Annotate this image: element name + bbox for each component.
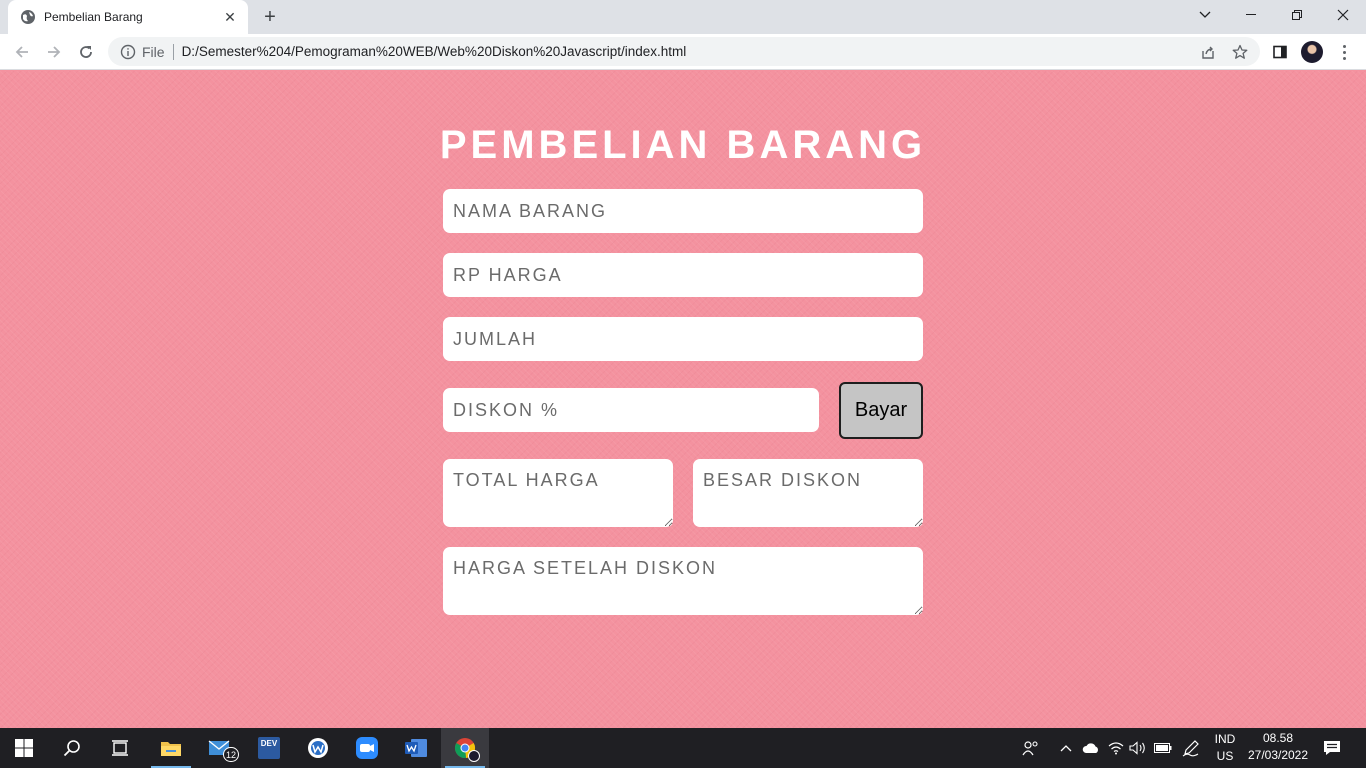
windows-start-icon[interactable]	[0, 728, 48, 768]
search-icon[interactable]	[48, 728, 96, 768]
app-w-icon[interactable]	[294, 728, 342, 768]
clock-time: 08.58	[1262, 731, 1294, 745]
share-icon[interactable]	[1194, 38, 1222, 66]
keyboard-layout: US	[1216, 749, 1234, 763]
omnibox-divider	[172, 43, 174, 60]
zoom-icon[interactable]	[343, 728, 391, 768]
nama-barang-input[interactable]	[443, 189, 923, 233]
address-bar[interactable]: File D:/Semester%204/Pemograman%20WEB/We…	[108, 37, 1260, 66]
people-icon[interactable]	[1021, 738, 1041, 758]
chrome-profile-badge	[468, 750, 480, 762]
harga-input[interactable]	[443, 253, 923, 297]
close-tab-icon[interactable]: ✕	[222, 9, 238, 25]
onedrive-cloud-icon[interactable]	[1081, 738, 1101, 758]
battery-icon[interactable]	[1153, 738, 1173, 758]
diskon-input[interactable]	[443, 388, 819, 432]
windows-taskbar: 12 DEV IND US 08.58 27/03/2022	[0, 728, 1366, 768]
chrome-icon[interactable]	[441, 728, 489, 768]
clock-date: 27/03/2022	[1247, 748, 1309, 762]
pen-workspace-icon[interactable]	[1181, 738, 1201, 758]
close-window-button[interactable]	[1320, 0, 1366, 30]
tab-title: Pembelian Barang	[44, 10, 143, 24]
side-panel-icon[interactable]	[1266, 38, 1294, 66]
url-text[interactable]: D:/Semester%204/Pemograman%20WEB/Web%20D…	[182, 44, 687, 59]
mail-badge: 12	[223, 747, 240, 762]
forward-arrow-icon[interactable]	[40, 38, 68, 66]
new-tab-button[interactable]: +	[258, 6, 282, 28]
browser-menu-icon[interactable]	[1336, 38, 1352, 66]
total-harga-field[interactable]	[443, 459, 673, 527]
harga-setelah-diskon-field[interactable]	[443, 547, 923, 615]
page-viewport: PEMBELIAN BARANG Bayar	[0, 71, 1366, 728]
tab-search-chevron-icon[interactable]	[1182, 0, 1228, 30]
volume-icon[interactable]	[1128, 738, 1148, 758]
browser-toolbar: File D:/Semester%204/Pemograman%20WEB/We…	[0, 34, 1366, 70]
browser-tab-strip: Pembelian Barang ✕ +	[0, 0, 1366, 34]
minimize-button[interactable]	[1228, 0, 1274, 30]
input-language-indicator[interactable]: IND US	[1208, 731, 1242, 765]
notification-center-icon[interactable]	[1322, 738, 1342, 758]
task-view-icon[interactable]	[96, 728, 144, 768]
reload-icon[interactable]	[72, 38, 100, 66]
wifi-icon[interactable]	[1106, 738, 1126, 758]
mail-icon[interactable]: 12	[196, 728, 244, 768]
page-title: PEMBELIAN BARANG	[439, 123, 927, 167]
bayar-button[interactable]: Bayar	[839, 382, 923, 439]
language-code: IND	[1214, 732, 1236, 746]
scheme-label: File	[142, 43, 165, 60]
clock[interactable]: 08.58 27/03/2022	[1244, 730, 1312, 764]
chevron-up-icon[interactable]	[1056, 738, 1076, 758]
info-icon[interactable]	[120, 44, 136, 60]
browser-tab[interactable]: Pembelian Barang ✕	[8, 0, 248, 34]
globe-icon	[20, 9, 36, 25]
bookmark-star-icon[interactable]	[1226, 38, 1254, 66]
profile-avatar[interactable]	[1301, 41, 1323, 63]
besar-diskon-field[interactable]	[693, 459, 923, 527]
word-icon[interactable]	[392, 728, 440, 768]
jumlah-input[interactable]	[443, 317, 923, 361]
dev-cpp-icon[interactable]: DEV	[245, 728, 293, 768]
restore-button[interactable]	[1274, 0, 1320, 30]
back-arrow-icon[interactable]	[8, 38, 36, 66]
dev-cpp-label: DEV	[258, 737, 280, 759]
file-explorer-icon[interactable]	[147, 728, 195, 768]
